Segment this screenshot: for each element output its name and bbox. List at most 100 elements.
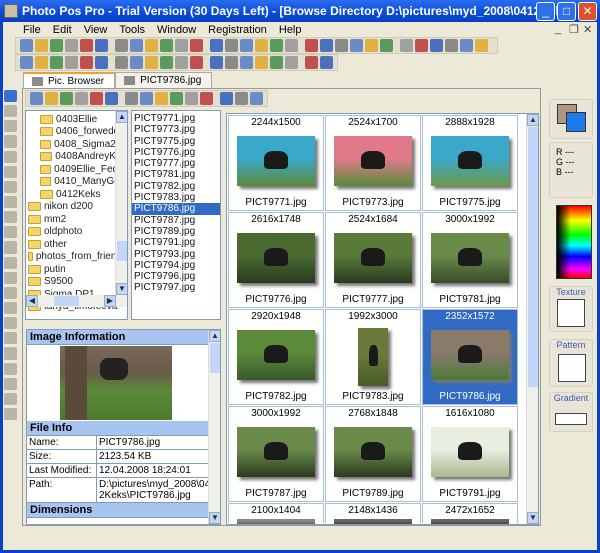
thumbnail-cell[interactable]: 2920x1948 PICT9782.jpg — [228, 309, 324, 405]
background-color[interactable] — [566, 112, 586, 132]
toolbar-button-icon[interactable] — [20, 39, 33, 52]
thumbnail-cell[interactable]: 2524x1684 PICT9777.jpg — [325, 212, 421, 308]
toolbar-button-icon[interactable] — [45, 92, 58, 105]
menu-file[interactable]: File — [23, 24, 41, 36]
thumbnail-cell[interactable]: 2244x1500 PICT9771.jpg — [228, 115, 324, 211]
file-list-item[interactable]: PICT9781.jpg — [132, 169, 220, 180]
file-list-item[interactable]: PICT9771.jpg — [132, 113, 220, 124]
toolbar-button-icon[interactable] — [65, 39, 78, 52]
menu-view[interactable]: View — [84, 24, 108, 36]
toolbar-button-icon[interactable] — [130, 56, 143, 69]
tool-icon[interactable] — [4, 105, 17, 118]
toolbar-button-icon[interactable] — [240, 56, 253, 69]
toolbar-button-icon[interactable] — [270, 39, 283, 52]
toolbar-button-icon[interactable] — [210, 56, 223, 69]
toolbar-button-icon[interactable] — [30, 92, 43, 105]
toolbar-button-icon[interactable] — [475, 39, 488, 52]
toolbar-button-icon[interactable] — [225, 39, 238, 52]
toolbar-button-icon[interactable] — [115, 39, 128, 52]
tool-icon[interactable] — [4, 301, 17, 315]
close-button[interactable]: ✕ — [578, 2, 597, 21]
toolbar-button-icon[interactable] — [335, 39, 348, 52]
thumbnail-cell[interactable]: 2616x1748 PICT9776.jpg — [228, 212, 324, 308]
toolbar-button-icon[interactable] — [285, 39, 298, 52]
folder-item[interactable]: 0403Ellie — [28, 113, 127, 126]
tool-icon[interactable] — [4, 195, 17, 209]
toolbar-button-icon[interactable] — [190, 56, 203, 69]
scroll-up-button[interactable]: ▲ — [116, 111, 127, 123]
menu-help[interactable]: Help — [279, 24, 302, 36]
mdi-close-button[interactable]: ✕ — [583, 23, 592, 36]
tool-icon[interactable] — [4, 150, 17, 163]
toolbar-button-icon[interactable] — [210, 39, 223, 52]
scroll-thumb[interactable] — [117, 241, 127, 261]
file-list-item[interactable]: PICT9783.jpg — [132, 192, 220, 203]
file-list-item[interactable]: PICT9786.jpg — [132, 203, 220, 215]
menu-registration[interactable]: Registration — [208, 24, 267, 36]
folder-item[interactable]: S9500 — [28, 276, 127, 289]
tool-icon[interactable] — [4, 256, 17, 269]
toolbar-button-icon[interactable] — [285, 56, 298, 69]
toolbar-button-icon[interactable] — [105, 92, 118, 105]
toolbar-button-icon[interactable] — [140, 92, 153, 105]
tool-icon[interactable] — [4, 286, 17, 299]
toolbar-button-icon[interactable] — [320, 39, 333, 52]
folder-item[interactable]: photos_from_friends — [28, 251, 127, 264]
toolbar-button-icon[interactable] — [160, 56, 173, 69]
folder-item[interactable]: 0408AndreyK_8 — [28, 151, 127, 164]
toolbar-button-icon[interactable] — [445, 39, 458, 52]
tool-icon[interactable] — [4, 211, 17, 224]
scroll-right-button[interactable]: ▶ — [104, 295, 116, 307]
thumbnail-cell[interactable]: 3000x1992 PICT9781.jpg — [422, 212, 518, 308]
gradient-swatch[interactable] — [555, 413, 587, 425]
toolbar-button-icon[interactable] — [350, 39, 363, 52]
thumbnail-cell[interactable]: 3000x1992 PICT9787.jpg — [228, 406, 324, 502]
toolbar-button-icon[interactable] — [430, 39, 443, 52]
scroll-left-button[interactable]: ◀ — [26, 295, 38, 307]
toolbar-button-icon[interactable] — [240, 39, 253, 52]
toolbar-button-icon[interactable] — [35, 39, 48, 52]
toolbar-button-icon[interactable] — [175, 39, 188, 52]
thumbnail-cell[interactable]: 1616x1080 PICT9791.jpg — [422, 406, 518, 502]
tool-icon[interactable] — [4, 347, 17, 360]
tool-icon[interactable] — [4, 180, 17, 193]
menu-edit[interactable]: Edit — [53, 24, 72, 36]
mdi-minimize-button[interactable]: _ — [555, 23, 561, 35]
toolbar-button-icon[interactable] — [255, 56, 268, 69]
mdi-restore-button[interactable]: ❐ — [569, 23, 579, 36]
toolbar-button-icon[interactable] — [90, 92, 103, 105]
tool-icon[interactable] — [4, 135, 17, 148]
folder-item[interactable]: 0409Ellie_Feder — [28, 163, 127, 176]
toolbar-button-icon[interactable] — [95, 39, 108, 52]
toolbar-button-icon[interactable] — [305, 56, 318, 69]
file-list-item[interactable]: PICT9773.jpg — [132, 124, 220, 135]
toolbar-button-icon[interactable] — [50, 39, 63, 52]
toolbar-button-icon[interactable] — [400, 39, 413, 52]
tool-icon[interactable] — [4, 90, 17, 103]
tool-icon[interactable] — [4, 407, 17, 421]
toolbar-button-icon[interactable] — [270, 56, 283, 69]
thumbnail-vscroll[interactable]: ▲ ▼ — [526, 114, 538, 524]
toolbar-button-icon[interactable] — [175, 56, 188, 69]
thumbnail-cell[interactable]: 2100x1404 — [228, 503, 324, 524]
scroll-thumb[interactable] — [210, 343, 220, 373]
toolbar-button-icon[interactable] — [460, 39, 473, 52]
scroll-down-button[interactable]: ▼ — [116, 283, 127, 295]
thumbnail-cell[interactable]: 1992x3000 PICT9783.jpg — [325, 309, 421, 405]
toolbar-button-icon[interactable] — [380, 39, 393, 52]
toolbar-button-icon[interactable] — [190, 39, 203, 52]
file-list-item[interactable]: PICT9793.jpg — [132, 249, 220, 260]
toolbar-button-icon[interactable] — [65, 56, 78, 69]
toolbar-button-icon[interactable] — [75, 92, 88, 105]
toolbar-button-icon[interactable] — [320, 56, 333, 69]
file-list-item[interactable]: PICT9776.jpg — [132, 147, 220, 158]
file-list-item[interactable]: PICT9791.jpg — [132, 237, 220, 248]
tool-icon[interactable] — [4, 120, 17, 133]
folder-tree-hscroll[interactable]: ◀ ▶ — [26, 295, 127, 307]
color-spectrum-picker[interactable] — [556, 205, 592, 279]
tool-icon[interactable] — [4, 362, 17, 375]
tool-icon[interactable] — [4, 271, 17, 284]
toolbar-button-icon[interactable] — [250, 92, 263, 105]
toolbar-button-icon[interactable] — [160, 39, 173, 52]
thumbnail-cell[interactable]: 2148x1436 — [325, 503, 421, 524]
